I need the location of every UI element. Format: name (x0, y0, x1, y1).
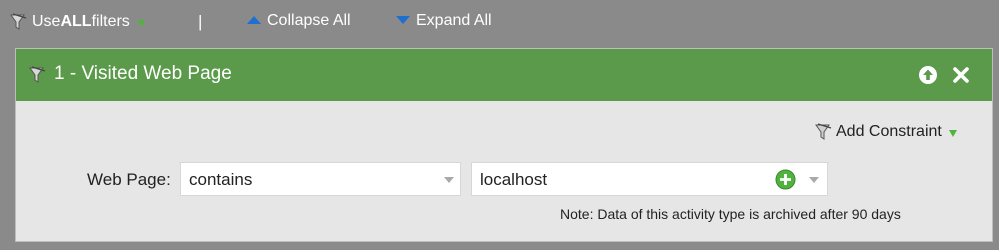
web-page-value-select[interactable]: localhost (471, 162, 828, 196)
expand-all-button[interactable]: Expand All (396, 12, 492, 30)
collapse-all-label: Collapse All (267, 12, 351, 29)
funnel-icon (10, 13, 27, 30)
use-filters-suffix: filters (91, 13, 130, 30)
expand-triangle-icon (396, 16, 410, 24)
dropdown-triangle-icon (136, 19, 145, 27)
filter-title: 1 - Visited Web Page (54, 63, 232, 84)
use-all-filters-dropdown[interactable]: Use ALL filters (9, 12, 145, 32)
chevron-down-icon (809, 177, 819, 183)
chevron-down-icon (444, 177, 454, 183)
toolbar-separator: | (198, 12, 203, 31)
archive-note: Note: Data of this activity type is arch… (560, 206, 901, 222)
filter-toolbar: Use ALL filters | Collapse All Expand Al… (0, 0, 999, 48)
operator-value: contains (189, 170, 253, 189)
funnel-icon (29, 66, 46, 83)
add-constraint-label: Add Constraint (836, 123, 942, 140)
funnel-icon (815, 123, 832, 140)
collapse-triangle-icon (247, 16, 261, 24)
web-page-label: Web Page: (87, 170, 171, 189)
dropdown-triangle-icon (948, 129, 957, 137)
arrow-up-circle-icon[interactable] (918, 65, 938, 85)
collapse-all-button[interactable]: Collapse All (247, 12, 351, 30)
expand-all-label: Expand All (416, 12, 492, 29)
add-circle-icon[interactable] (775, 169, 796, 190)
add-constraint-button[interactable]: Add Constraint (814, 122, 957, 142)
web-page-value: localhost (480, 170, 548, 189)
close-icon[interactable] (951, 65, 971, 85)
use-filters-prefix: Use (32, 13, 61, 30)
operator-select[interactable]: contains (180, 162, 461, 196)
filter-panel: 1 - Visited Web Page Add Constraint Web … (15, 48, 993, 242)
use-filters-bold: ALL (60, 13, 92, 30)
filter-header[interactable]: 1 - Visited Web Page (16, 49, 992, 101)
